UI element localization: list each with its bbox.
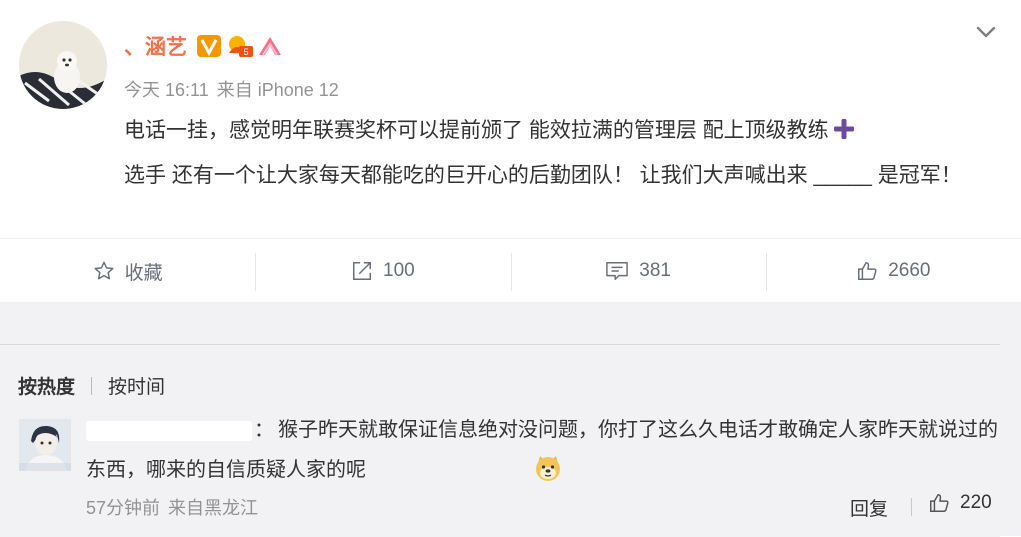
avatar[interactable]	[19, 21, 107, 109]
repost-button[interactable]: 100	[255, 239, 510, 303]
repost-icon	[353, 262, 371, 280]
star-icon	[94, 261, 114, 280]
thumbs-up-icon	[858, 262, 877, 280]
post-meta: 今天 16:11 来自 iPhone 12	[124, 76, 339, 102]
comment-icon	[606, 262, 629, 280]
post-time[interactable]: 今天 16:11	[124, 80, 209, 100]
reply-button[interactable]: 回复	[850, 494, 888, 521]
avatar-image	[19, 21, 107, 109]
tab-sort-time[interactable]: 按时间	[108, 372, 165, 399]
comment-body: ：猴子昨天就敢保证信息绝对没问题，你打了这么久电话才敢确定人家昨天就说过的东西，…	[86, 410, 1006, 496]
svg-text:5: 5	[243, 47, 248, 57]
vip-badge-icon: 5	[197, 35, 281, 57]
post-toolbar: 收藏 100 381 2660	[0, 238, 1021, 303]
post-source: 来自 iPhone 12	[216, 80, 339, 100]
post-header: 、涵艺 5	[124, 30, 293, 62]
comment-source: 来自黑龙江	[168, 498, 259, 518]
post-text: 电话一挂，感觉明年联赛奖杯可以提前颁了 能效拉满的管理层 配上顶级教练	[124, 119, 829, 142]
post-content: 电话一挂，感觉明年联赛奖杯可以提前颁了 能效拉满的管理层 配上顶级教练 选手 还…	[124, 110, 1004, 197]
chevron-down-icon[interactable]	[974, 20, 998, 44]
post-text-continued: 选手 还有一个让大家每天都能吃的巨开心的后勤团队！ 让我们大声喊出来 _____…	[124, 164, 962, 187]
comment-avatar[interactable]	[19, 419, 71, 471]
divider	[911, 498, 912, 516]
comment-like-button[interactable]: 220	[928, 492, 992, 514]
favorite-button[interactable]: 收藏	[0, 239, 255, 303]
tab-sort-hot[interactable]: 按热度	[18, 372, 75, 399]
comment-meta: 57分钟前 来自黑龙江	[86, 494, 258, 520]
weibo-post-card: 、涵艺 5 今天 16:11 来自 iPhone 12 电话一挂，感觉明年联赛奖杯…	[0, 0, 1021, 236]
comment-count: 381	[639, 260, 671, 281]
plus-icon	[833, 113, 855, 155]
comment-sort-tabs: 按热度 按时间	[18, 372, 165, 399]
divider	[91, 376, 93, 395]
vip-badges: 5	[195, 33, 293, 59]
comment-avatar-image	[19, 419, 71, 471]
favorite-label: 收藏	[124, 262, 163, 284]
thumbs-up-icon	[930, 494, 949, 512]
doge-emoji-icon	[366, 454, 562, 496]
like-count: 2660	[888, 260, 931, 281]
comment-time: 57分钟前	[86, 498, 161, 518]
comment-colon: ：	[254, 419, 274, 441]
repost-count: 100	[383, 260, 415, 281]
comment-like-count: 220	[960, 492, 992, 513]
comment-button[interactable]: 381	[510, 239, 766, 303]
like-button[interactable]: 2660	[765, 239, 1021, 303]
username[interactable]: 、涵艺	[124, 31, 187, 61]
